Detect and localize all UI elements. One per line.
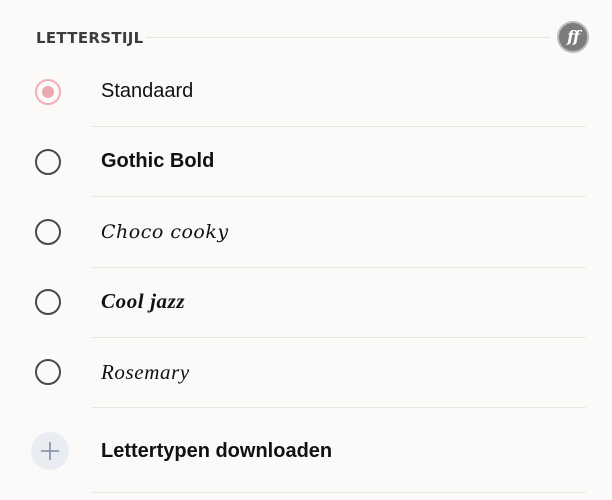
radio-unselected-icon[interactable] (35, 359, 61, 385)
download-fonts-button[interactable] (31, 432, 69, 470)
font-style-icon[interactable]: ff (559, 23, 587, 51)
radio-unselected-icon[interactable] (35, 219, 61, 245)
font-option-label: Rosemary (101, 360, 190, 384)
font-option-standaard[interactable]: Standaard (0, 57, 612, 127)
font-option-label: Standaard (101, 80, 194, 102)
font-option-rosemary[interactable]: Rosemary (0, 338, 612, 408)
download-fonts-label[interactable]: Lettertypen downloaden (101, 440, 332, 463)
divider (92, 492, 586, 493)
font-option-choco-cooky[interactable]: Choco cooky (0, 197, 612, 267)
font-option-label: Choco cooky (101, 221, 229, 243)
font-option-label: Cool jazz (101, 289, 186, 313)
divider (92, 407, 586, 408)
radio-selected-icon[interactable] (35, 79, 61, 105)
font-option-gothic-bold[interactable]: Gothic Bold (0, 127, 612, 197)
radio-unselected-icon[interactable] (35, 289, 61, 315)
section-title: LETTERSTIJL (36, 29, 144, 47)
font-option-cool-jazz[interactable]: Cool jazz (0, 268, 612, 338)
radio-unselected-icon[interactable] (35, 149, 61, 175)
font-option-label: Gothic Bold (101, 150, 215, 172)
plus-icon (41, 442, 59, 460)
header-divider (146, 37, 550, 38)
